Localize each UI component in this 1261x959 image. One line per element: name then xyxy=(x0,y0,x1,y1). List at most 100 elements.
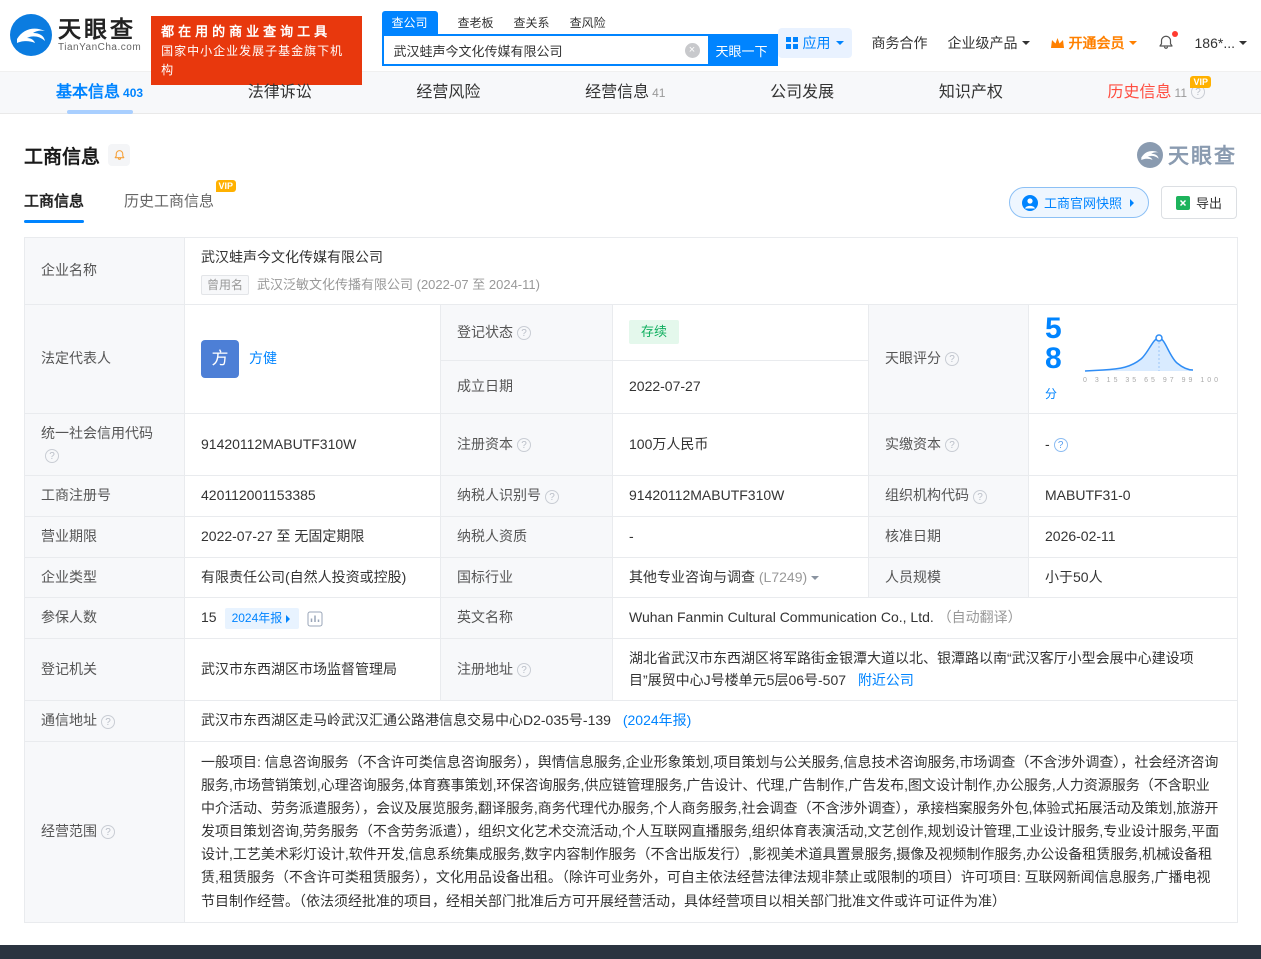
official-snapshot-button[interactable]: 工商官网快照 xyxy=(1009,187,1149,218)
former-name-line: 曾用名武汉泛敏文化传播有限公司 (2022-07 至 2024-11) xyxy=(201,275,1221,295)
table-row: 企业类型 有限责任公司(自然人投资或控股) 国标行业 其他专业咨询与调查 (L7… xyxy=(25,557,1238,598)
paid-capital-label-text: 实缴资本 xyxy=(885,436,941,452)
industry-value: 其他专业咨询与调查 xyxy=(629,569,755,585)
subtab-history-business-info[interactable]: 历史工商信息 VIP xyxy=(124,190,214,223)
business-term-label: 营业期限 xyxy=(25,516,185,557)
org-code-label-text: 组织机构代码 xyxy=(885,487,969,503)
tab-intellectual-property[interactable]: 知识产权 xyxy=(939,72,1003,114)
search-button[interactable]: 天眼一下 xyxy=(708,36,776,64)
tianyancha-logo[interactable]: 天眼查 TianYanCha.com xyxy=(10,14,141,56)
search-tab-risk[interactable]: 查风险 xyxy=(570,14,606,34)
apps-grid-icon xyxy=(786,37,798,49)
reg-capital-label: 注册资本 xyxy=(441,413,613,475)
credit-code-help-icon[interactable] xyxy=(45,449,59,463)
company-type-label: 企业类型 xyxy=(25,557,185,598)
tab-operating-info[interactable]: 经营信息41 xyxy=(585,72,665,114)
score-number: 58 xyxy=(1045,312,1062,375)
mailing-address-value: 武汉市东西湖区走马岭武汉汇通公路港信息交易中心D2-035号-139 xyxy=(201,712,611,728)
score-distribution-chart xyxy=(1083,331,1195,375)
reg-status-help-icon[interactable] xyxy=(517,326,531,340)
search-area: 查公司 查老板 查关系 查风险 天眼一下 xyxy=(382,10,778,66)
taxpayer-id-help-icon[interactable] xyxy=(545,490,559,504)
legal-rep-link[interactable]: 方健 xyxy=(249,348,277,370)
business-scope-label: 经营范围 xyxy=(25,742,185,923)
tab-basic-info[interactable]: 基本信息403 xyxy=(56,72,143,114)
table-row: 工商注册号 420112001153385 纳税人识别号 91420112MAB… xyxy=(25,476,1238,517)
legal-rep-avatar[interactable]: 方 xyxy=(201,340,239,378)
subscribe-bell-button[interactable] xyxy=(108,144,130,166)
clear-search-icon[interactable] xyxy=(685,43,700,58)
reg-capital-label-text: 注册资本 xyxy=(457,436,513,452)
reg-address-help-icon[interactable] xyxy=(517,663,531,677)
user-account-menu[interactable]: 186*... xyxy=(1195,35,1247,51)
chevron-down-icon[interactable] xyxy=(811,576,819,584)
search-box: 天眼一下 xyxy=(382,34,778,66)
bell-icon xyxy=(1157,34,1175,52)
bell-icon xyxy=(113,149,126,162)
former-name-value: 武汉泛敏文化传播有限公司 (2022-07 至 2024-11) xyxy=(257,277,540,292)
business-term-value: 2022-07-27 至 无固定期限 xyxy=(185,516,441,557)
score-label-text: 天眼评分 xyxy=(885,350,941,366)
search-tab-relation[interactable]: 查关系 xyxy=(514,14,550,34)
tab-company-development[interactable]: 公司发展 xyxy=(770,72,834,114)
export-button[interactable]: 导出 xyxy=(1161,186,1237,219)
tab-intellectual-property-label: 知识产权 xyxy=(939,84,1003,101)
chevron-right-icon xyxy=(1130,199,1138,207)
reg-capital-help-icon[interactable] xyxy=(517,438,531,452)
open-membership-menu[interactable]: 开通会员 xyxy=(1050,33,1137,53)
tab-operating-risk[interactable]: 经营风险 xyxy=(416,72,480,114)
tab-history-info[interactable]: 历史信息11VIP xyxy=(1108,72,1205,114)
credit-code-label-text: 统一社会信用代码 xyxy=(41,425,153,441)
english-name-cell: Wuhan Fanmin Cultural Communication Co.,… xyxy=(613,598,1238,639)
mailing-address-help-icon[interactable] xyxy=(101,715,115,729)
credit-code-label: 统一社会信用代码 xyxy=(25,413,185,475)
table-row: 经营范围 一般项目: 信息咨询服务（不含许可类信息咨询服务），舆情信息服务,企业… xyxy=(25,742,1238,923)
business-scope-help-icon[interactable] xyxy=(101,825,115,839)
excel-export-icon xyxy=(1176,196,1190,210)
chevron-down-icon xyxy=(1022,41,1030,49)
table-row: 通信地址 武汉市东西湖区走马岭武汉汇通公路港信息交易中心D2-035号-139 … xyxy=(25,701,1238,742)
business-cooperation-link[interactable]: 商务合作 xyxy=(872,33,928,53)
apps-menu[interactable]: 应用 xyxy=(778,28,852,58)
annual-report-link[interactable]: (2024年报) xyxy=(623,712,691,728)
tab-operating-info-label: 经营信息 xyxy=(585,84,649,101)
score-help-icon[interactable] xyxy=(945,352,959,366)
subtab-business-info[interactable]: 工商信息 xyxy=(24,190,84,223)
reg-status-label-text: 登记状态 xyxy=(457,324,513,340)
enterprise-products-menu[interactable]: 企业级产品 xyxy=(948,33,1030,53)
top-menu: 应用 商务合作 企业级产品 开通会员 186*... xyxy=(778,28,1247,58)
enterprise-products-label: 企业级产品 xyxy=(948,33,1018,53)
subtab-row: 工商信息 历史工商信息 VIP 工商官网快照 导出 xyxy=(24,186,1237,227)
crown-icon xyxy=(1050,37,1065,49)
subtab-history-business-info-label: 历史工商信息 xyxy=(124,193,214,210)
insured-trend-icon[interactable] xyxy=(307,611,323,627)
reg-address-cell: 湖北省武汉市东西湖区将军路街金银潭大道以北、银潭路以南“武汉客厅小型会展中心建设… xyxy=(613,638,1238,700)
tab-history-info-count: 11 xyxy=(1175,86,1187,100)
top-header: 天眼查 TianYanCha.com 都在用的商业查询工具 国家中小企业发展子基… xyxy=(0,0,1261,72)
business-info-table: 企业名称 武汉蛙声今文化传媒有限公司 曾用名武汉泛敏文化传播有限公司 (2022… xyxy=(24,237,1238,923)
footer-strip xyxy=(0,945,1261,959)
mailing-address-cell: 武汉市东西湖区走马岭武汉汇通公路港信息交易中心D2-035号-139 (2024… xyxy=(185,701,1238,742)
tab-operating-risk-label: 经营风险 xyxy=(416,84,480,101)
tab-history-info-label: 历史信息 xyxy=(1108,84,1172,101)
reg-authority-label: 登记机关 xyxy=(25,638,185,700)
industry-cell: 其他专业咨询与调查 (L7249) xyxy=(613,557,869,598)
search-input[interactable] xyxy=(384,36,685,64)
mailing-address-label-text: 通信地址 xyxy=(41,712,97,728)
tab-legal-proceedings[interactable]: 法律诉讼 xyxy=(248,72,312,114)
industry-code: (L7249) xyxy=(759,569,807,585)
insured-count-value: 15 xyxy=(201,609,217,625)
vip-badge: VIP xyxy=(216,180,237,192)
subtab-actions: 工商官网快照 导出 xyxy=(1009,186,1237,227)
industry-label: 国标行业 xyxy=(441,557,613,598)
search-tab-company[interactable]: 查公司 xyxy=(382,11,438,34)
reg-number-label: 工商注册号 xyxy=(25,476,185,517)
search-tab-boss[interactable]: 查老板 xyxy=(458,14,494,34)
annual-report-badge[interactable]: 2024年报 xyxy=(225,608,300,629)
establish-date-value: 2022-07-27 xyxy=(613,360,869,413)
paid-capital-info-icon[interactable] xyxy=(1054,438,1068,452)
paid-capital-help-icon[interactable] xyxy=(945,438,959,452)
nearby-companies-link[interactable]: 附近公司 xyxy=(858,672,914,688)
notifications-bell[interactable] xyxy=(1157,34,1175,52)
org-code-help-icon[interactable] xyxy=(973,490,987,504)
